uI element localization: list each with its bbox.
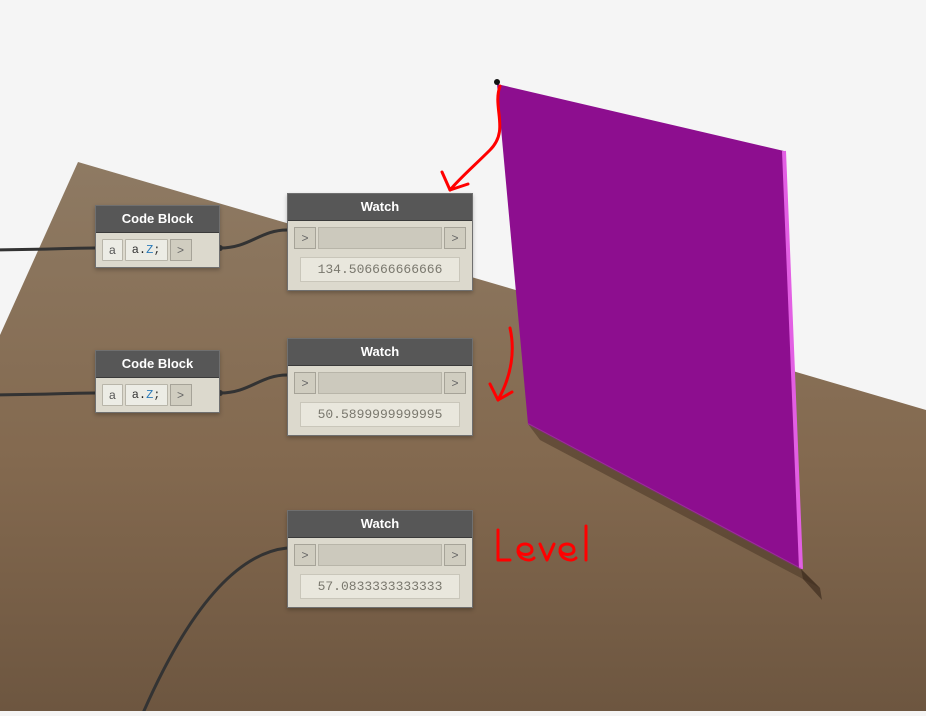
code-token-var: a	[132, 243, 139, 257]
output-port[interactable]: >	[170, 239, 192, 261]
node-watch-1[interactable]: Watch > > 134.506666666666	[287, 193, 473, 291]
watch-value: 50.5899999999995	[300, 402, 460, 427]
output-port[interactable]: >	[444, 227, 466, 249]
watch-field	[318, 544, 442, 566]
output-port[interactable]: >	[170, 384, 192, 406]
input-port-a[interactable]: a	[102, 384, 123, 406]
node-watch-3[interactable]: Watch > > 57.0833333333333	[287, 510, 473, 608]
output-port[interactable]: >	[444, 544, 466, 566]
node-title: Watch	[288, 339, 472, 366]
node-title: Watch	[288, 511, 472, 538]
code-text[interactable]: a.Z;	[125, 384, 168, 406]
node-watch-2[interactable]: Watch > > 50.5899999999995	[287, 338, 473, 436]
code-token-semi: ;	[153, 388, 160, 402]
watch-field	[318, 227, 442, 249]
viewport-3d[interactable]: Code Block a a.Z; > Code Block a a.Z; > …	[0, 0, 926, 711]
code-token-semi: ;	[153, 243, 160, 257]
watch-field	[318, 372, 442, 394]
code-text[interactable]: a.Z;	[125, 239, 168, 261]
code-token-dot: .	[139, 243, 146, 257]
node-code-block-1[interactable]: Code Block a a.Z; >	[95, 205, 220, 268]
output-port[interactable]: >	[444, 372, 466, 394]
watch-value: 57.0833333333333	[300, 574, 460, 599]
node-title: Watch	[288, 194, 472, 221]
node-code-block-2[interactable]: Code Block a a.Z; >	[95, 350, 220, 413]
input-port[interactable]: >	[294, 372, 316, 394]
node-title: Code Block	[96, 351, 219, 378]
code-token-var: a	[132, 388, 139, 402]
watch-value: 134.506666666666	[300, 257, 460, 282]
code-token-dot: .	[139, 388, 146, 402]
node-title: Code Block	[96, 206, 219, 233]
input-port-a[interactable]: a	[102, 239, 123, 261]
input-port[interactable]: >	[294, 227, 316, 249]
input-port[interactable]: >	[294, 544, 316, 566]
